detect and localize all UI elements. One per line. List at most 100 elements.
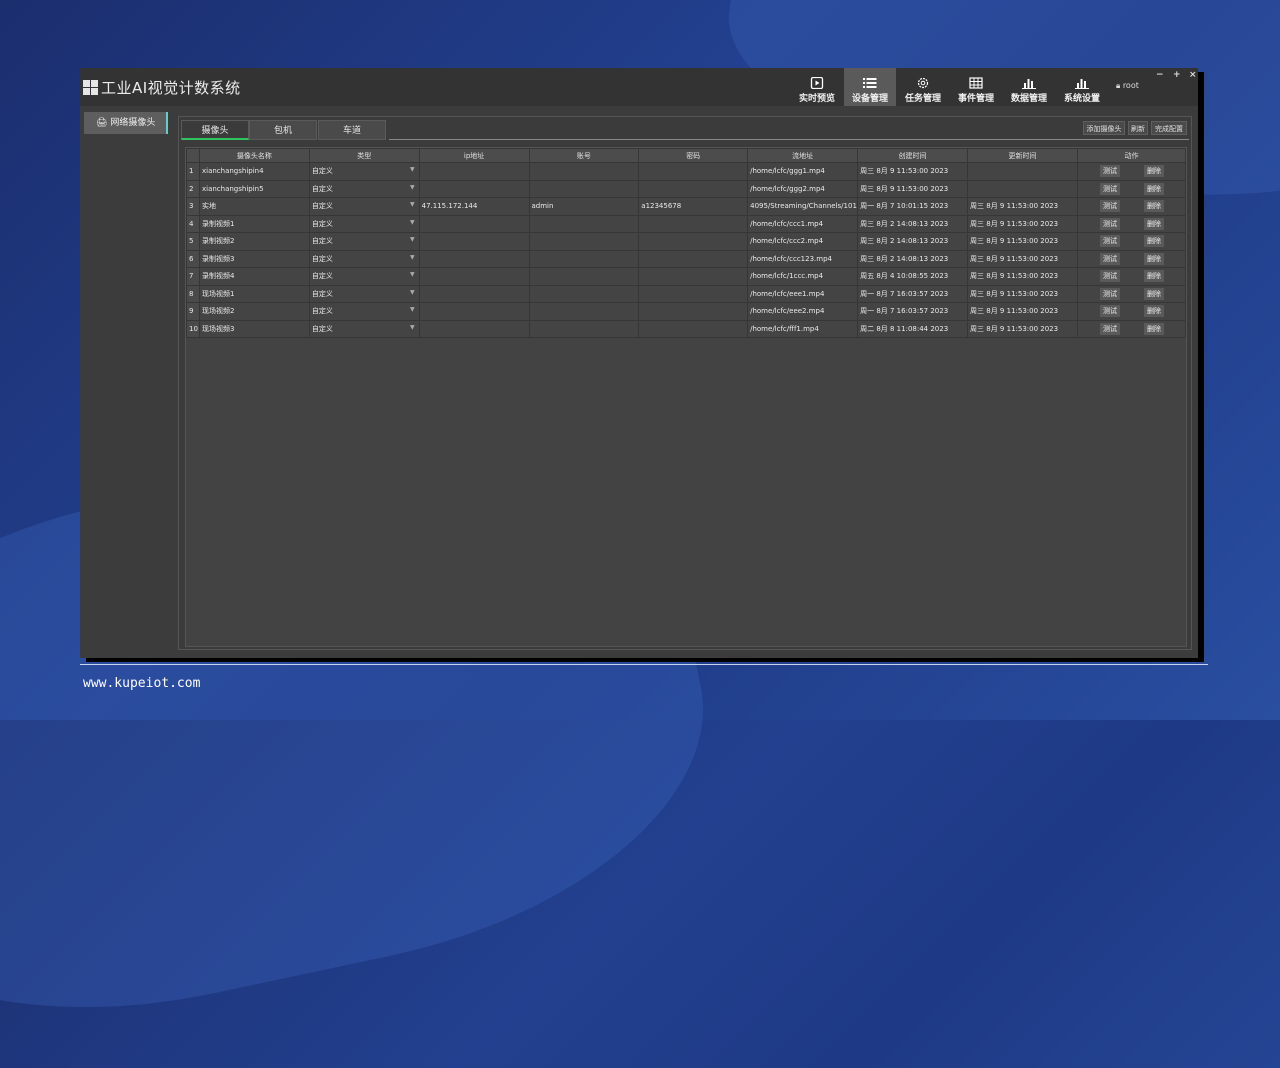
cell-type[interactable]: 自定义 ▼	[308, 214, 420, 233]
cell-password[interactable]	[638, 214, 749, 233]
cell-type[interactable]: 自定义 ▼	[308, 162, 420, 181]
cell-updated[interactable]: 周三 8月 9 11:53:00 2023	[967, 197, 1078, 216]
cell-name[interactable]: 现场视频2	[198, 302, 310, 321]
cell-password[interactable]: a12345678	[638, 197, 749, 216]
table-row[interactable]: 10 现场视频3 自定义 ▼ /home/lcfc/fff1.mp4 周二 8月 8 11…	[186, 319, 1187, 338]
cell-type[interactable]: 自定义 ▼	[308, 249, 420, 268]
table-row[interactable]: 1 xianchangshipin4 自定义 ▼ /home/lcfc/ggg1.mp4…	[186, 162, 1187, 181]
cell-name[interactable]: 录制视频4	[198, 267, 310, 286]
cell-name[interactable]: xianchangshipin4	[198, 162, 310, 181]
cell-stream[interactable]: /home/lcfc/1ccc.mp4	[747, 267, 859, 286]
cell-stream[interactable]: /home/lcfc/eee2.mp4	[747, 302, 859, 321]
cell-updated[interactable]	[967, 179, 1078, 198]
delete-button[interactable]: 删除	[1143, 165, 1164, 178]
test-button[interactable]: 测试	[1099, 235, 1120, 248]
column-header[interactable]: 密码	[638, 148, 749, 163]
chevron-down-icon[interactable]: ▼	[410, 254, 415, 261]
maximize-button[interactable]: +	[1173, 70, 1181, 80]
chevron-down-icon[interactable]: ▼	[410, 236, 415, 243]
cell-stream[interactable]: /home/lcfc/ccc2.mp4	[747, 232, 859, 251]
cell-name[interactable]: 现场视频1	[198, 284, 310, 303]
cell-updated[interactable]: 周三 8月 9 11:53:00 2023	[967, 302, 1078, 321]
cell-updated[interactable]: 周三 8月 9 11:53:00 2023	[967, 249, 1078, 268]
nav-data-management[interactable]: 数据管理	[1003, 68, 1055, 106]
nav-realtime-preview[interactable]: 实时预览	[791, 68, 843, 106]
nav-event-management[interactable]: 事件管理	[950, 68, 1002, 106]
cell-account[interactable]	[528, 162, 640, 181]
delete-button[interactable]: 删除	[1143, 200, 1164, 213]
column-header[interactable]: 更新时间	[967, 148, 1078, 163]
test-button[interactable]: 测试	[1099, 305, 1120, 318]
cell-stream[interactable]: 4095/Streaming/Channels/101	[747, 197, 859, 216]
delete-button[interactable]: 删除	[1143, 217, 1164, 230]
delete-button[interactable]: 删除	[1143, 252, 1164, 265]
column-header[interactable]: 账号	[528, 148, 640, 163]
table-row[interactable]: 4 录制视频1 自定义 ▼ /home/lcfc/ccc1.mp4 周三 8月 2 14:…	[186, 214, 1187, 233]
test-button[interactable]: 测试	[1099, 252, 1120, 265]
cell-password[interactable]	[638, 249, 749, 268]
table-row[interactable]: 8 现场视频1 自定义 ▼ /home/lcfc/eee1.mp4 周一 8月 7 16:…	[186, 284, 1187, 303]
column-header[interactable]: 动作	[1076, 148, 1187, 163]
cell-updated[interactable]: 周三 8月 9 11:53:00 2023	[967, 284, 1078, 303]
table-row[interactable]: 5 录制视频2 自定义 ▼ /home/lcfc/ccc2.mp4 周三 8月 2 14:…	[186, 232, 1187, 251]
column-header[interactable]: 类型	[308, 148, 420, 163]
cell-name[interactable]: xianchangshipin5	[198, 179, 310, 198]
cell-type[interactable]: 自定义 ▼	[308, 179, 420, 198]
test-button[interactable]: 测试	[1099, 217, 1120, 230]
table-row[interactable]: 9 现场视频2 自定义 ▼ /home/lcfc/eee2.mp4 周一 8月 7 16:…	[186, 302, 1187, 321]
table-row[interactable]: 7 录制视频4 自定义 ▼ /home/lcfc/1ccc.mp4 周五 8月 4 10:…	[186, 267, 1187, 286]
cell-created[interactable]: 周三 8月 9 11:53:00 2023	[857, 162, 969, 181]
cell-password[interactable]	[638, 302, 749, 321]
cell-password[interactable]	[638, 162, 749, 181]
delete-button[interactable]: 删除	[1143, 270, 1164, 283]
minimize-button[interactable]: −	[1156, 70, 1164, 80]
test-button[interactable]: 测试	[1099, 270, 1120, 283]
cell-password[interactable]	[638, 319, 749, 338]
cell-password[interactable]	[638, 284, 749, 303]
cell-name[interactable]: 录制视频2	[198, 232, 310, 251]
cell-account[interactable]	[528, 232, 640, 251]
column-header[interactable]: ip地址	[418, 148, 530, 163]
cell-password[interactable]	[638, 267, 749, 286]
chevron-down-icon[interactable]: ▼	[410, 219, 415, 226]
add-camera-button[interactable]: 添加摄像头	[1083, 121, 1125, 135]
delete-button[interactable]: 删除	[1143, 322, 1164, 335]
cell-ip[interactable]	[418, 319, 530, 338]
nav-task-management[interactable]: 任务管理	[897, 68, 949, 106]
cell-name[interactable]: 现场视频3	[198, 319, 310, 338]
cell-updated[interactable]: 周三 8月 9 11:53:00 2023	[967, 232, 1078, 251]
cell-created[interactable]: 周一 8月 7 16:03:57 2023	[857, 284, 969, 303]
cell-created[interactable]: 周三 8月 2 14:08:13 2023	[857, 249, 969, 268]
cell-name[interactable]: 实地	[198, 197, 310, 216]
cell-ip[interactable]: 47.115.172.144	[418, 197, 530, 216]
chevron-down-icon[interactable]: ▼	[410, 166, 415, 173]
close-button[interactable]: ×	[1189, 70, 1197, 80]
cell-password[interactable]	[638, 232, 749, 251]
cell-type[interactable]: 自定义 ▼	[308, 232, 420, 251]
cell-ip[interactable]	[418, 214, 530, 233]
cell-password[interactable]	[638, 179, 749, 198]
cell-stream[interactable]: /home/lcfc/eee1.mp4	[747, 284, 859, 303]
cell-stream[interactable]: /home/lcfc/ggg2.mp4	[747, 179, 859, 198]
tab-lane[interactable]: 车道	[318, 120, 386, 140]
cell-created[interactable]: 周五 8月 4 10:08:55 2023	[857, 267, 969, 286]
finish-config-button[interactable]: 完成配置	[1151, 121, 1187, 135]
cell-ip[interactable]	[418, 267, 530, 286]
cell-ip[interactable]	[418, 284, 530, 303]
test-button[interactable]: 测试	[1099, 165, 1120, 178]
cell-account[interactable]	[528, 284, 640, 303]
cell-account[interactable]	[528, 267, 640, 286]
cell-created[interactable]: 周一 8月 7 10:01:15 2023	[857, 197, 969, 216]
cell-ip[interactable]	[418, 302, 530, 321]
cell-ip[interactable]	[418, 249, 530, 268]
chevron-down-icon[interactable]: ▼	[410, 184, 415, 191]
nav-device-management[interactable]: 设备管理	[844, 68, 896, 106]
nav-system-settings[interactable]: 系统设置	[1056, 68, 1108, 106]
cell-type[interactable]: 自定义 ▼	[308, 197, 420, 216]
delete-button[interactable]: 删除	[1143, 182, 1164, 195]
delete-button[interactable]: 删除	[1143, 287, 1164, 300]
chevron-down-icon[interactable]: ▼	[410, 201, 415, 208]
test-button[interactable]: 测试	[1099, 182, 1120, 195]
cell-account[interactable]	[528, 319, 640, 338]
cell-type[interactable]: 自定义 ▼	[308, 319, 420, 338]
